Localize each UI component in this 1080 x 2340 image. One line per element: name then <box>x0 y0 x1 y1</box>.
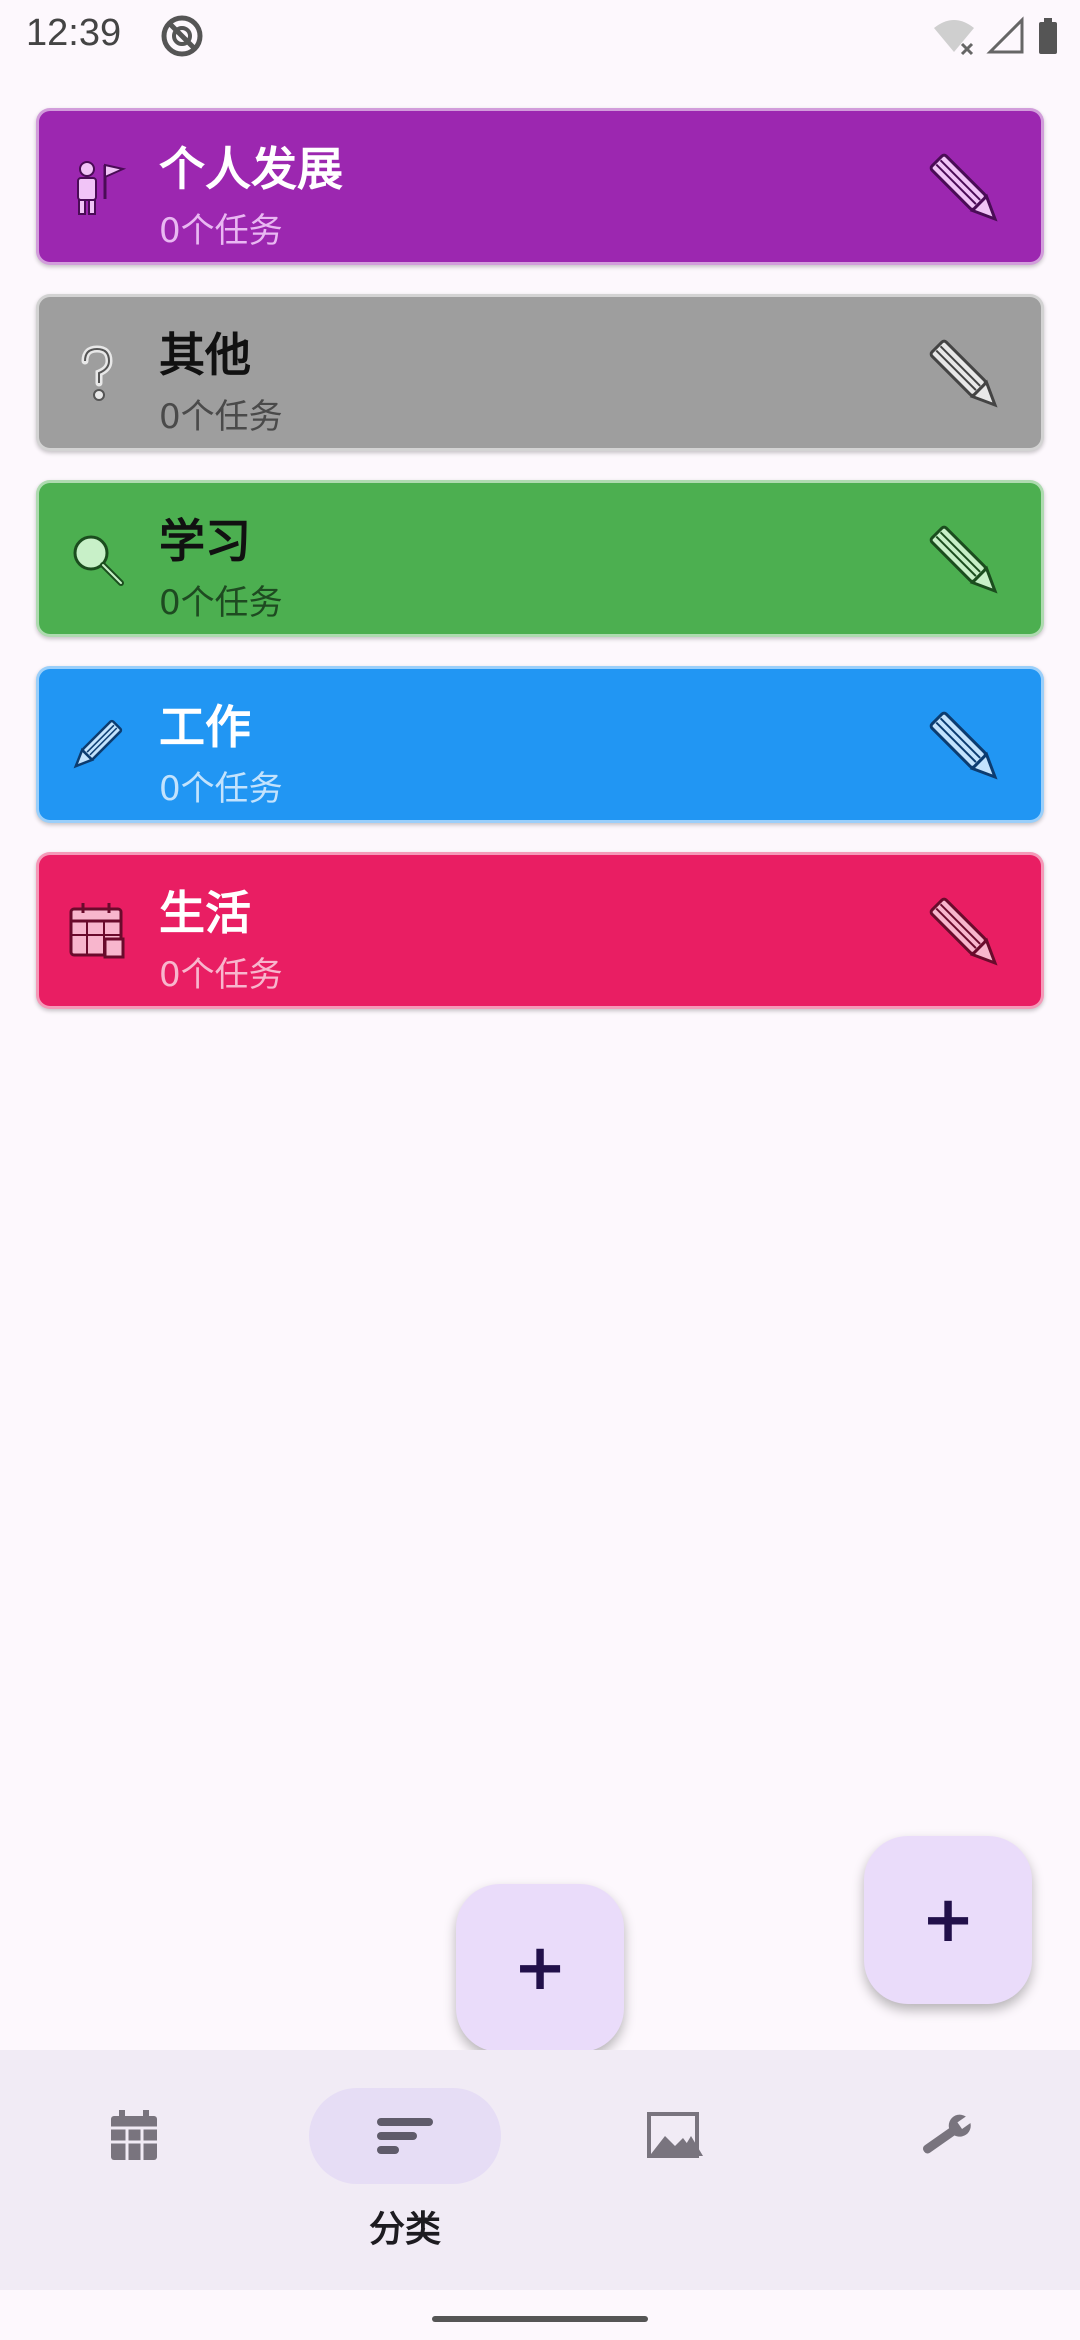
wrench-icon <box>922 2114 974 2154</box>
category-title: 生活 <box>159 886 251 940</box>
add-category-fab-center[interactable]: + <box>456 1884 624 2052</box>
category-task-count: 0个任务 <box>159 583 283 623</box>
category-card-life[interactable]: 生活 0个任务 <box>36 852 1044 1009</box>
image-icon <box>647 2112 703 2158</box>
sort-icon <box>377 2118 433 2154</box>
category-card-other[interactable]: 其他 0个任务 <box>36 294 1044 451</box>
edit-pencil-icon[interactable] <box>921 145 1011 235</box>
personal-growth-icon <box>77 161 127 215</box>
signal-icon <box>986 16 1024 54</box>
calendar-icon <box>111 2110 157 2160</box>
nav-pill-active <box>309 2088 501 2184</box>
nav-pill <box>849 2088 1041 2184</box>
magnifier-icon <box>73 535 124 586</box>
gesture-handle[interactable] <box>432 2316 648 2322</box>
nav-item-gallery[interactable] <box>540 2050 810 2290</box>
battery-icon <box>1039 18 1057 54</box>
edit-pencil-icon[interactable] <box>921 889 1011 979</box>
question-mark-icon <box>81 345 113 401</box>
status-bar: 12:39 <box>0 0 1080 72</box>
category-card-study[interactable]: 学习 0个任务 <box>36 480 1044 637</box>
nav-item-settings[interactable] <box>810 2050 1080 2290</box>
nav-item-categories[interactable]: 分类 <box>270 2050 540 2290</box>
category-list: 个人发展 0个任务 其他 0个任务 学习 0个任务 工作 0个任务 生活 0个任… <box>36 108 1044 1038</box>
category-task-count: 0个任务 <box>159 397 283 437</box>
bottom-navigation: 分类 <box>0 2050 1080 2290</box>
plus-icon: + <box>921 1883 975 1957</box>
category-title: 其他 <box>159 328 251 382</box>
nav-item-calendar[interactable] <box>0 2050 270 2290</box>
category-card-work[interactable]: 工作 0个任务 <box>36 666 1044 823</box>
edit-pencil-icon[interactable] <box>921 331 1011 421</box>
calendar-icon <box>69 903 125 959</box>
status-indicators <box>932 14 1060 58</box>
category-title: 工作 <box>159 700 251 754</box>
nav-pill <box>579 2088 771 2184</box>
edit-pencil-icon[interactable] <box>921 517 1011 607</box>
category-card-personal-development[interactable]: 个人发展 0个任务 <box>36 108 1044 265</box>
pencil-icon <box>73 719 123 769</box>
plus-icon: + <box>513 1931 567 2005</box>
nav-label: 分类 <box>368 2209 441 2250</box>
category-task-count: 0个任务 <box>159 211 283 251</box>
nav-pill <box>39 2088 231 2184</box>
category-title: 学习 <box>159 514 251 568</box>
app-notification-icon <box>161 15 203 57</box>
wifi-off-icon <box>934 20 974 56</box>
status-time: 12:39 <box>26 12 122 54</box>
category-task-count: 0个任务 <box>159 955 283 995</box>
category-title: 个人发展 <box>159 142 343 196</box>
edit-pencil-icon[interactable] <box>921 703 1011 793</box>
category-task-count: 0个任务 <box>159 769 283 809</box>
add-category-fab-right[interactable]: + <box>864 1836 1032 2004</box>
